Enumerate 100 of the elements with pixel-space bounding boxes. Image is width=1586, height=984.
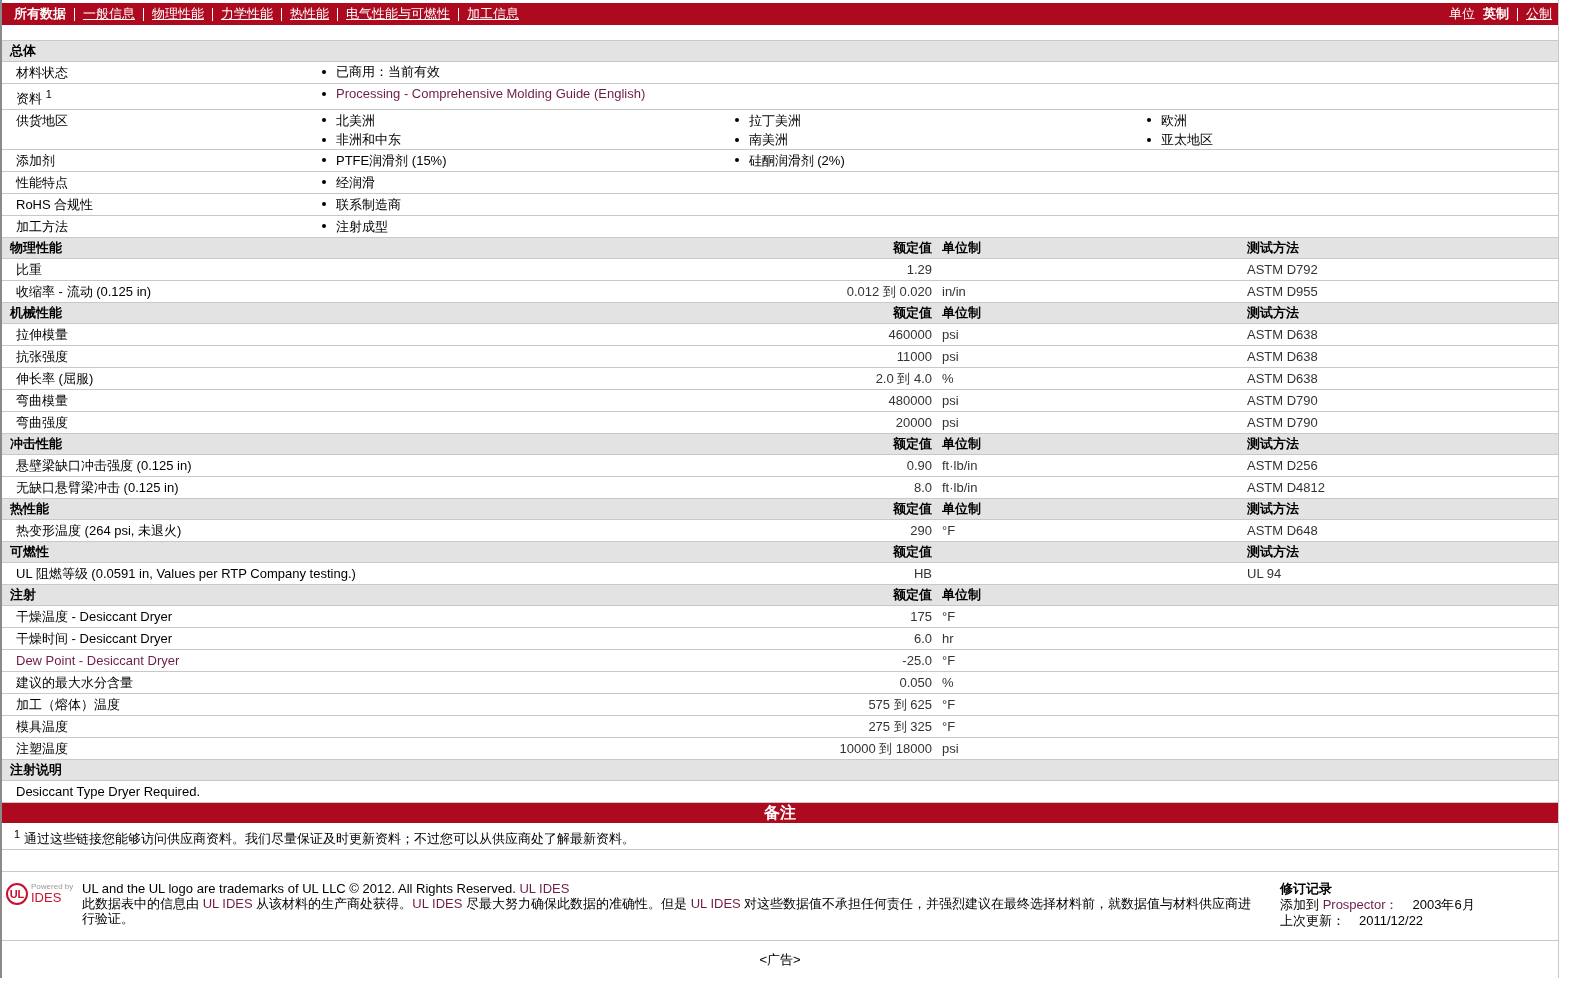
bullet-icon bbox=[734, 118, 739, 123]
property-label: 供货地区 bbox=[15, 112, 69, 131]
column-header: 测试方法 bbox=[1247, 436, 1299, 452]
ad-label: <广告> bbox=[759, 951, 801, 967]
property-value: 290 bbox=[910, 523, 932, 539]
test-method: UL 94 bbox=[1247, 566, 1282, 582]
property-value: 175 bbox=[910, 609, 932, 625]
column-header: 单位制 bbox=[942, 587, 981, 603]
revision-label: 添加到 Prospector： bbox=[1280, 896, 1399, 912]
column-header: 测试方法 bbox=[1247, 240, 1299, 256]
units-label: 单位 bbox=[1449, 5, 1475, 23]
bullet-icon bbox=[322, 202, 326, 207]
property-value: 亚太地区 bbox=[1161, 131, 1214, 150]
bullet-icon bbox=[322, 69, 326, 74]
property-value: 10000 到 18000 bbox=[839, 741, 932, 757]
section-title: 注射 bbox=[9, 586, 37, 605]
test-method: ASTM D638 bbox=[1247, 327, 1318, 343]
property-value: 0.90 bbox=[906, 458, 932, 474]
property-value: PTFE润滑剂 (15%) bbox=[336, 151, 447, 170]
column-header: 额定值 bbox=[893, 240, 932, 256]
property-label: 加工（熔体）温度 bbox=[16, 697, 120, 713]
unit-value: in/in bbox=[942, 284, 966, 300]
property-value: -25.0 bbox=[902, 653, 932, 669]
nav-tab[interactable]: 一般信息 bbox=[83, 5, 135, 23]
column-header: 单位制 bbox=[942, 436, 981, 452]
column-header: 单位制 bbox=[942, 240, 981, 256]
section-title: 机械性能 bbox=[8, 304, 63, 323]
property-label: 比重 bbox=[16, 262, 42, 278]
link[interactable]: UL IDES bbox=[412, 895, 463, 911]
test-method: ASTM D638 bbox=[1247, 371, 1318, 387]
unit-value: ft·lb/in bbox=[942, 480, 978, 496]
property-value: 非洲和中东 bbox=[336, 131, 401, 150]
notes-title: 备注 bbox=[764, 804, 796, 822]
property-label: 注塑温度 bbox=[16, 741, 68, 757]
property-value: 575 到 625 bbox=[868, 697, 932, 713]
column-header: 单位制 bbox=[942, 501, 981, 517]
property-value: 20000 bbox=[895, 415, 932, 431]
footnote: $^{1}$ 通过这些链接您能够访问供应商资料。我们尽量保证及时更新资料；不过您可以从供应商处了解最新资料。 bbox=[14, 830, 635, 846]
unit-value: psi bbox=[942, 741, 959, 757]
property-label: 热变形温度 (264 psi, 未退火) bbox=[16, 523, 182, 539]
nav-tab[interactable]: 热性能 bbox=[290, 5, 329, 23]
section-title: 注射说明 bbox=[9, 761, 63, 780]
property-value: 8.0 bbox=[913, 480, 932, 496]
trademark-text: UL and the UL logo are trademarks of UL LLC © 2012. All Rights Reserved. UL IDES bbox=[82, 880, 571, 896]
link[interactable]: UL IDES bbox=[202, 895, 253, 911]
unit-value: °F bbox=[942, 653, 956, 669]
unit-value: °F bbox=[942, 719, 956, 735]
link[interactable]: UL IDES bbox=[690, 895, 741, 911]
property-value: 480000 bbox=[888, 393, 932, 409]
property-label: UL 阻燃等级 (0.0591 in, Values per RTP Company testing.) bbox=[16, 566, 356, 582]
unit-value: ft·lb/in bbox=[942, 458, 978, 474]
link[interactable]: UL IDES bbox=[519, 880, 570, 896]
bullet-icon bbox=[322, 158, 326, 163]
disclaimer-text: 此数据表中的信息由 UL IDES 从该材料的生产商处获得。UL IDES 尽最大努力确保此数据的准确性。但是 UL IDES 对这些数据值不承担任何责任，并强烈建议在最终选择材料前，就数据值与材料供应商进行验证。 bbox=[82, 895, 1253, 926]
property-label: 伸长率 (屈服) bbox=[16, 371, 94, 387]
test-method: ASTM D790 bbox=[1247, 393, 1318, 409]
property-label: 弯曲模量 bbox=[16, 393, 68, 409]
revision-date: 2003年6月 bbox=[1412, 896, 1475, 912]
property-label: 干燥时间 - Desiccant Dryer bbox=[16, 631, 173, 647]
revision-label: 上次更新： bbox=[1280, 912, 1345, 928]
nav-tab[interactable]: 力学性能 bbox=[221, 5, 273, 23]
nav-tab[interactable]: 加工信息 bbox=[467, 5, 519, 23]
test-method: ASTM D4812 bbox=[1247, 480, 1326, 496]
unit-value: °F bbox=[942, 609, 956, 625]
property-value: 拉丁美洲 bbox=[748, 111, 801, 130]
property-value: 联系制造商 bbox=[336, 195, 401, 214]
nav-tab[interactable]: 物理性能 bbox=[152, 5, 204, 23]
column-header: 额定值 bbox=[893, 305, 932, 321]
column-header: 额定值 bbox=[893, 544, 932, 560]
column-header: 额定值 bbox=[893, 436, 932, 452]
nav-tab[interactable]: 所有数据 bbox=[14, 5, 66, 23]
test-method: ASTM D256 bbox=[1247, 458, 1318, 474]
column-header: 单位制 bbox=[942, 305, 981, 321]
property-label: 拉伸模量 bbox=[16, 327, 68, 343]
test-method: ASTM D790 bbox=[1247, 415, 1318, 431]
property-value: 1.29 bbox=[906, 262, 932, 278]
column-header: 额定值 bbox=[893, 587, 932, 603]
unit-value: psi bbox=[942, 327, 959, 343]
bullet-icon bbox=[322, 118, 326, 123]
property-label: 建议的最大水分含量 bbox=[16, 675, 133, 691]
link[interactable]: Prospector： bbox=[1322, 896, 1399, 912]
test-method: ASTM D648 bbox=[1247, 523, 1318, 539]
document-link[interactable]: Processing - Comprehensive Molding Guide (English) bbox=[336, 83, 646, 105]
column-header: 测试方法 bbox=[1247, 544, 1299, 560]
property-label: 无缺口悬臂梁冲击 (0.125 in) bbox=[16, 480, 179, 496]
bullet-icon bbox=[322, 91, 326, 96]
property-value: 北美洲 bbox=[336, 111, 375, 130]
unit-option[interactable]: 英制 bbox=[1483, 5, 1509, 23]
property-label: Dew Point - Desiccant Dryer bbox=[16, 653, 180, 669]
column-header: 额定值 bbox=[893, 501, 932, 517]
unit-option[interactable]: 公制 bbox=[1526, 5, 1552, 23]
section-title: 物理性能 bbox=[9, 239, 63, 258]
nav-tab[interactable]: 电气性能与可燃性 bbox=[346, 5, 450, 23]
property-value: 2.0 到 4.0 bbox=[875, 371, 932, 387]
section-title: 冲击性能 bbox=[9, 435, 63, 454]
property-value: 经润滑 bbox=[336, 173, 375, 192]
property-label: 模具温度 bbox=[16, 719, 68, 735]
revision-date: 2011/12/22 bbox=[1359, 912, 1424, 928]
property-label: 材料状态 bbox=[15, 64, 69, 82]
property-label: 悬壁梁缺口冲击强度 (0.125 in) bbox=[16, 458, 192, 474]
